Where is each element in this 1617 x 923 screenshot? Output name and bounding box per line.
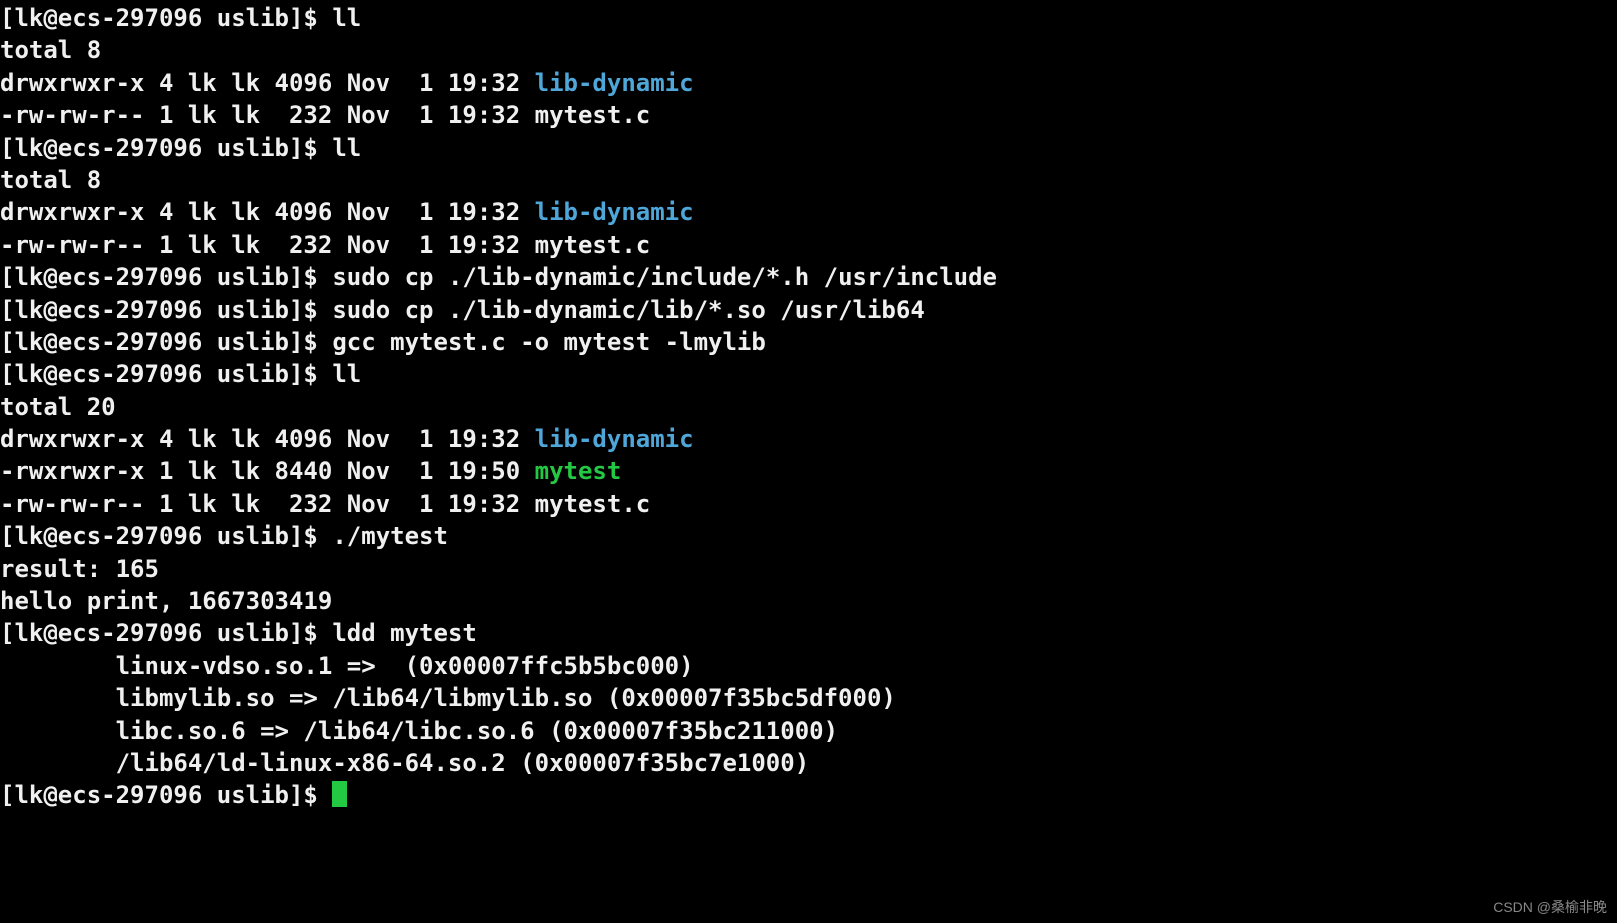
terminal-text: -rw-rw-r-- 1 lk lk 232 Nov 1 19:32 mytes… <box>0 231 650 259</box>
terminal-text: ldd mytest <box>332 619 477 647</box>
terminal-text: libmylib.so => /lib64/libmylib.so (0x000… <box>0 684 896 712</box>
directory-name: lib-dynamic <box>535 198 694 226</box>
terminal-text: total 8 <box>0 166 101 194</box>
terminal-text: -rw-rw-r-- 1 lk lk 232 Nov 1 19:32 mytes… <box>0 101 650 129</box>
watermark: CSDN @桑榆非晚 <box>1493 898 1607 917</box>
cursor-block[interactable] <box>332 781 347 807</box>
terminal-output[interactable]: [lk@ecs-297096 uslib]$ ll total 8 drwxrw… <box>0 0 1617 812</box>
terminal-text: drwxrwxr-x 4 lk lk 4096 Nov 1 19:32 <box>0 425 535 453</box>
terminal-text: ll <box>332 4 361 32</box>
terminal-text: gcc mytest.c -o mytest -lmylib <box>332 328 765 356</box>
executable-name: mytest <box>535 457 622 485</box>
terminal-text: drwxrwxr-x 4 lk lk 4096 Nov 1 19:32 <box>0 69 535 97</box>
shell-prompt: [lk@ecs-297096 uslib]$ <box>0 619 332 647</box>
terminal-text: ll <box>332 134 361 162</box>
shell-prompt: [lk@ecs-297096 uslib]$ <box>0 360 332 388</box>
shell-prompt: [lk@ecs-297096 uslib]$ <box>0 134 332 162</box>
directory-name: lib-dynamic <box>535 69 694 97</box>
terminal-text: result: 165 <box>0 555 159 583</box>
terminal-text: linux-vdso.so.1 => (0x00007ffc5b5bc000) <box>0 652 694 680</box>
terminal-text: hello print, 1667303419 <box>0 587 332 615</box>
shell-prompt: [lk@ecs-297096 uslib]$ <box>0 263 332 291</box>
terminal-text: -rw-rw-r-- 1 lk lk 232 Nov 1 19:32 mytes… <box>0 490 650 518</box>
terminal-text: drwxrwxr-x 4 lk lk 4096 Nov 1 19:32 <box>0 198 535 226</box>
terminal-text: ./mytest <box>332 522 448 550</box>
shell-prompt: [lk@ecs-297096 uslib]$ <box>0 296 332 324</box>
terminal-text: total 20 <box>0 393 116 421</box>
directory-name: lib-dynamic <box>535 425 694 453</box>
terminal-text: total 8 <box>0 36 101 64</box>
shell-prompt: [lk@ecs-297096 uslib]$ <box>0 522 332 550</box>
terminal-text: -rwxrwxr-x 1 lk lk 8440 Nov 1 19:50 <box>0 457 535 485</box>
terminal-text: /lib64/ld-linux-x86-64.so.2 (0x00007f35b… <box>0 749 809 777</box>
shell-prompt: [lk@ecs-297096 uslib]$ <box>0 781 332 809</box>
terminal-text: sudo cp ./lib-dynamic/include/*.h /usr/i… <box>332 263 997 291</box>
terminal-text: ll <box>332 360 361 388</box>
shell-prompt: [lk@ecs-297096 uslib]$ <box>0 328 332 356</box>
terminal-text: sudo cp ./lib-dynamic/lib/*.so /usr/lib6… <box>332 296 924 324</box>
shell-prompt: [lk@ecs-297096 uslib]$ <box>0 4 332 32</box>
terminal-text: libc.so.6 => /lib64/libc.so.6 (0x00007f3… <box>0 717 838 745</box>
